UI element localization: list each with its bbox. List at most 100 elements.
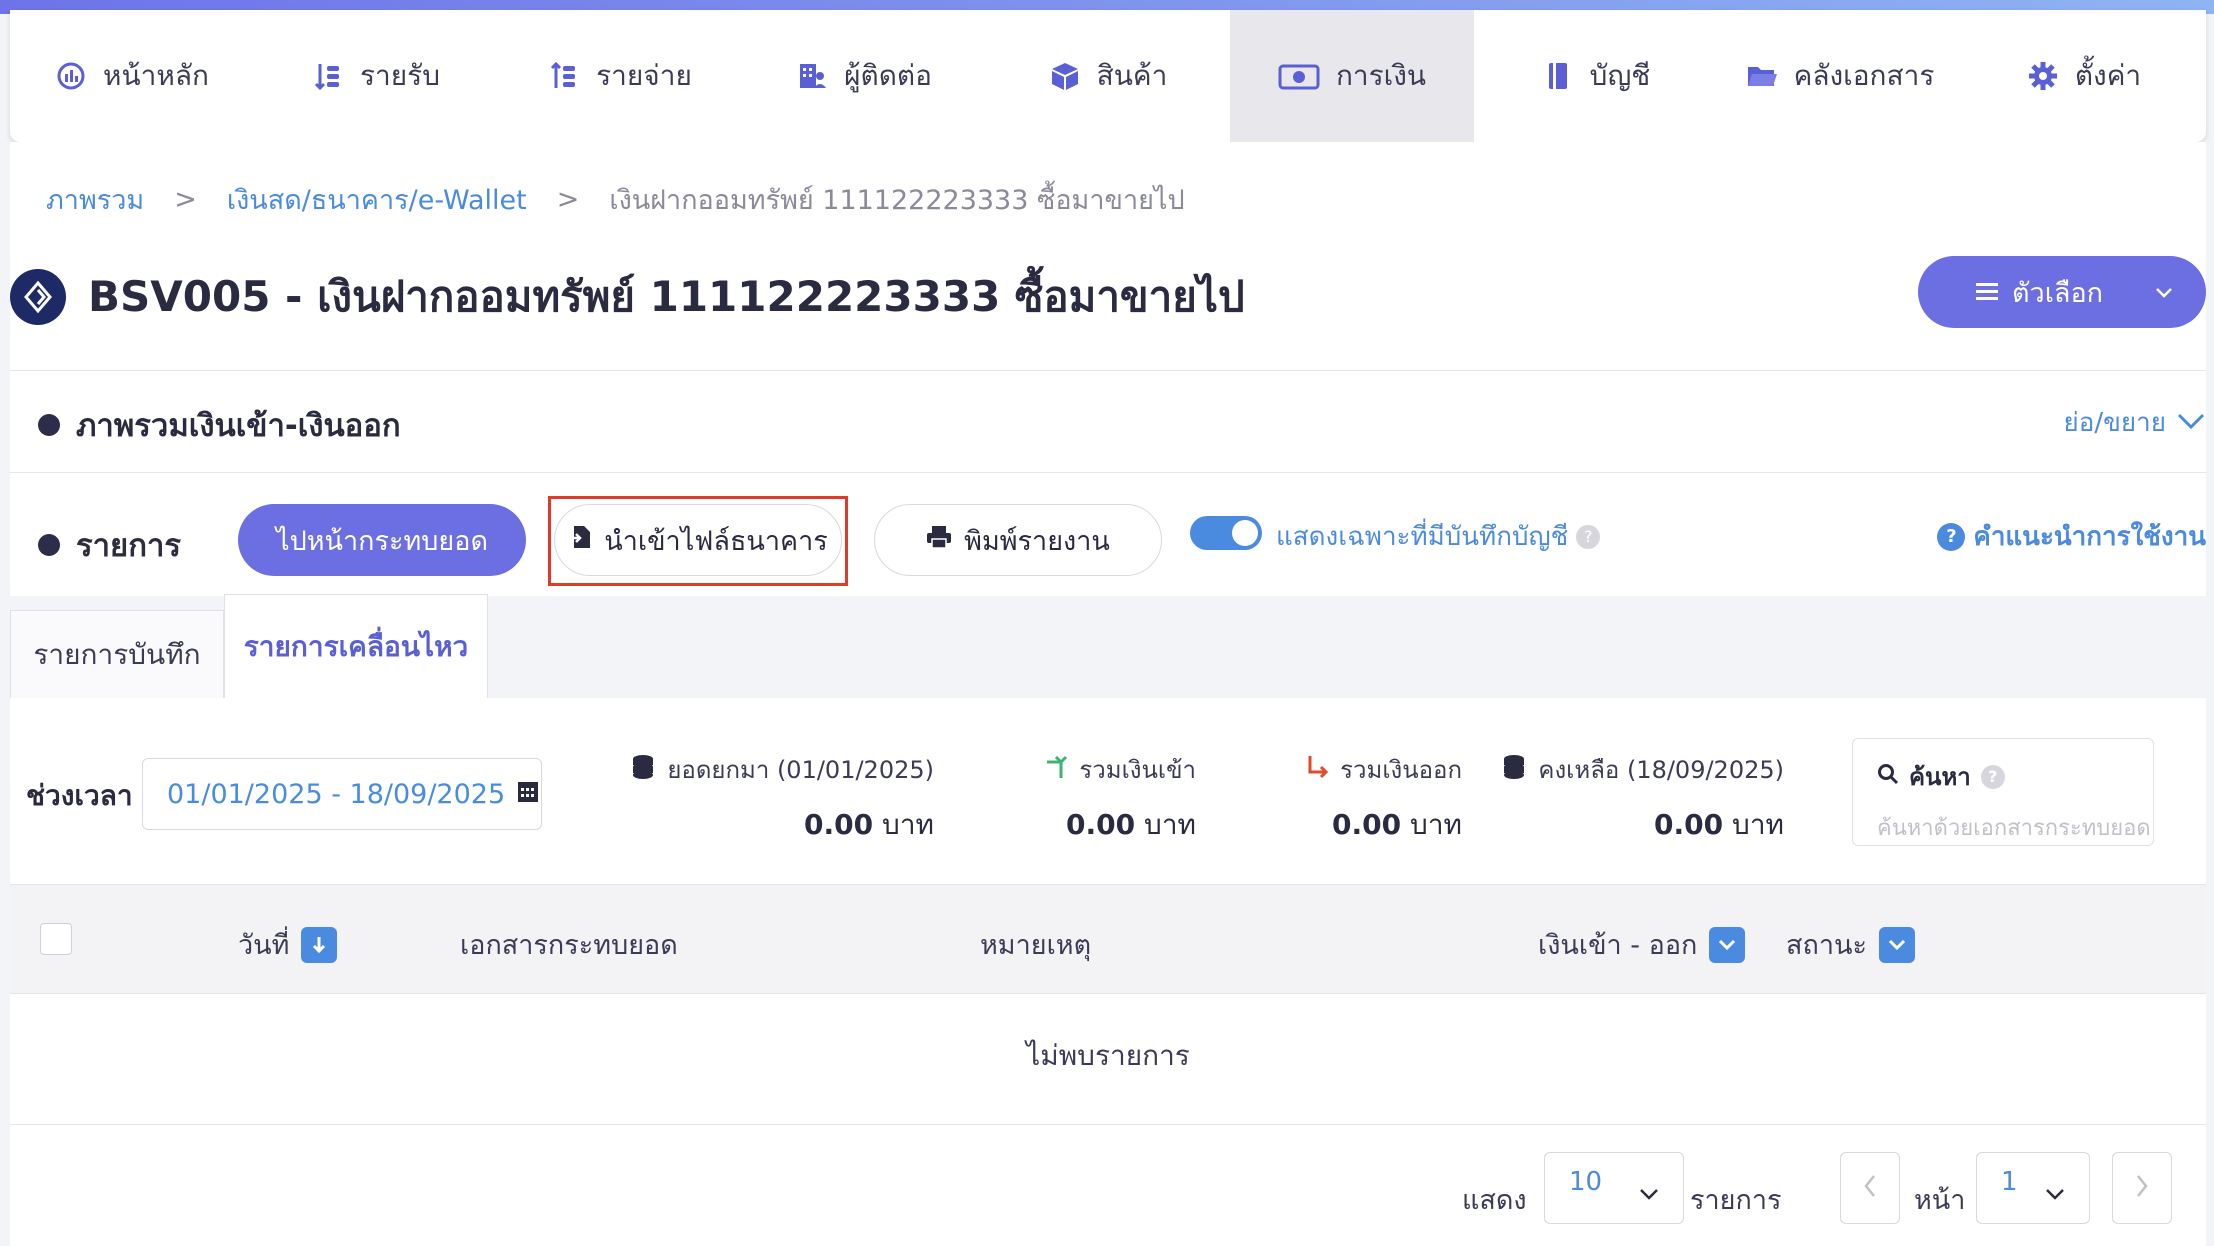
- nav-item-products[interactable]: สินค้า: [986, 10, 1230, 142]
- import-bank-file-button[interactable]: นำเข้าไฟล์ธนาคาร: [554, 504, 842, 576]
- nav-item-finance[interactable]: การเงิน: [1230, 10, 1474, 142]
- breadcrumb-separator: >: [174, 184, 197, 215]
- breadcrumb-section[interactable]: เงินสด/ธนาคาร/e-Wallet: [227, 178, 527, 221]
- column-label: วันที่: [238, 930, 290, 961]
- breadcrumb-current: เงินฝากออมทรัพย์ 111122223333 ซื้อมาขายไ…: [609, 185, 1185, 216]
- stat-label: รวมเงินออก: [1340, 756, 1462, 784]
- breadcrumb-separator: >: [556, 184, 580, 215]
- chevron-right-icon: [2135, 1171, 2149, 1206]
- date-range-input[interactable]: 01/01/2025 - 18/09/2025: [142, 758, 542, 830]
- column-label: สถานะ: [1786, 930, 1867, 961]
- stat-value: 0.00: [1066, 808, 1136, 841]
- divider: [10, 1124, 2206, 1125]
- nav-item-settings[interactable]: ตั้งค่า: [1962, 10, 2206, 142]
- bullet-dot: [38, 534, 60, 556]
- question-icon[interactable]: ?: [1576, 524, 1601, 549]
- toggle-label-text: แสดงเฉพาะที่มีบันทึกบัญชี: [1276, 522, 1569, 552]
- search-input[interactable]: ค้นหาด้วยเอกสารกระทบยอด: [1877, 810, 2151, 845]
- nav-item-documents[interactable]: คลังเอกสาร: [1718, 10, 1962, 142]
- column-label: เงินเข้า - ออก: [1538, 930, 1698, 961]
- expense-icon: [548, 60, 580, 92]
- product-box-icon: [1049, 60, 1081, 92]
- question-icon[interactable]: ?: [1980, 764, 2005, 789]
- sort-down-icon[interactable]: [301, 926, 338, 963]
- date-range-value: 01/01/2025 - 18/09/2025: [167, 778, 506, 810]
- help-link[interactable]: ? คำแนะนำการใช้งาน: [1937, 516, 2206, 557]
- column-status: สถานะ: [1786, 923, 1915, 966]
- column-note: หมายเหตุ: [980, 923, 1091, 966]
- show-label: แสดง: [1462, 1185, 1527, 1216]
- coins-icon: [629, 753, 657, 787]
- select-all-checkbox[interactable]: [40, 923, 72, 955]
- chevron-down-icon[interactable]: [1709, 926, 1746, 963]
- accounting-only-label: แสดงเฉพาะที่มีบันทึกบัญชี ?: [1276, 516, 1601, 557]
- nav-item-label: หน้าหลัก: [103, 59, 209, 92]
- nav-item-income[interactable]: รายรับ: [254, 10, 498, 142]
- arrow-in-icon: [1043, 754, 1069, 786]
- search-box[interactable]: ค้นหา ? ค้นหาด้วยเอกสารกระทบยอด: [1852, 738, 2154, 846]
- print-report-button[interactable]: พิมพ์รายงาน: [874, 504, 1162, 576]
- overview-section-header: ภาพรวมเงินเข้า-เงินออก: [38, 400, 401, 450]
- nav-item-label: คลังเอกสาร: [1793, 59, 1935, 92]
- search-icon: [1877, 763, 1899, 791]
- next-page-button[interactable]: [2112, 1152, 2172, 1224]
- tab-movements[interactable]: รายการเคลื่อนไหว: [224, 594, 488, 698]
- column-amount: เงินเข้า - ออก: [1538, 923, 1746, 966]
- stat-value: 0.00: [804, 808, 874, 841]
- print-label: พิมพ์รายงาน: [964, 525, 1110, 557]
- collapse-toggle[interactable]: ย่อ/ขยาย: [2064, 402, 2206, 443]
- stat-value: 0.00: [1332, 808, 1402, 841]
- prev-page-button[interactable]: [1840, 1152, 1900, 1224]
- coins-icon: [1500, 753, 1528, 787]
- chevron-down-icon[interactable]: [1878, 926, 1915, 963]
- help-label: คำแนะนำการใช้งาน: [1973, 522, 2206, 552]
- transactions-toolbar: รายการ ไปหน้ากระทบยอด นำเข้าไฟล์ธนาคาร พ…: [10, 496, 2206, 586]
- dashboard-icon: [55, 60, 87, 92]
- chevron-left-icon: [1863, 1171, 1877, 1206]
- tab-recorded-entries[interactable]: รายการบันทึก: [10, 610, 224, 698]
- reconcile-button[interactable]: ไปหน้ากระทบยอด: [238, 504, 526, 576]
- breadcrumb-home[interactable]: ภาพรวม: [46, 178, 144, 221]
- ledger-icon: [1542, 60, 1574, 92]
- items-label: รายการ: [1690, 1185, 1782, 1216]
- accounting-only-toggle[interactable]: [1190, 516, 1262, 550]
- nav-item-label: รายจ่าย: [596, 59, 692, 92]
- options-button[interactable]: ตัวเลือก: [1918, 256, 2206, 328]
- nav-item-label: การเงิน: [1335, 59, 1427, 92]
- bullet-dot: [38, 414, 60, 436]
- nav-item-label: ผู้ติดต่อ: [844, 59, 932, 92]
- currency-unit: บาท: [882, 808, 934, 841]
- stat-value: 0.00: [1654, 808, 1724, 841]
- page-number-select[interactable]: 1: [1976, 1152, 2090, 1224]
- stat-label: คงเหลือ (18/09/2025): [1538, 756, 1784, 784]
- nav-item-contacts[interactable]: ผู้ติดต่อ: [742, 10, 986, 142]
- title-row: BSV005 - เงินฝากออมทรัพย์ 111122223333 ซ…: [10, 264, 1245, 330]
- page-size-select[interactable]: 10: [1544, 1152, 1684, 1224]
- main-content: ภาพรวม > เงินสด/ธนาคาร/e-Wallet > เงินฝา…: [10, 142, 2206, 1246]
- table-header: วันที่ เอกสารกระทบยอด หมายเหตุ เงินเข้า …: [10, 884, 2206, 994]
- divider: [10, 370, 2206, 371]
- chevron-down-icon: [1639, 1179, 1659, 1209]
- chevron-down-icon: [2176, 408, 2206, 438]
- breadcrumb: ภาพรวม > เงินสด/ธนาคาร/e-Wallet > เงินฝา…: [46, 178, 1185, 221]
- currency-unit: บาท: [1732, 808, 1784, 841]
- chevron-down-icon: [2045, 1179, 2065, 1209]
- stat-income: รวมเงินเข้า 0.00 บาท: [1016, 750, 1196, 847]
- nav-item-label: สินค้า: [1096, 59, 1168, 92]
- column-label: หมายเหตุ: [980, 930, 1092, 961]
- main-navbar: หน้าหลัก รายรับ รายจ่าย ผู้ติดต่อ สินค้า…: [10, 10, 2206, 142]
- chevron-down-icon: [2154, 278, 2174, 309]
- currency-unit: บาท: [1144, 808, 1196, 841]
- page-title: BSV005 - เงินฝากออมทรัพย์ 111122223333 ซ…: [88, 272, 1245, 321]
- currency-unit: บาท: [1410, 808, 1462, 841]
- file-import-icon: [568, 524, 592, 557]
- transactions-title: รายการ: [76, 528, 182, 564]
- empty-state-text: ไม่พบรายการ: [1026, 1039, 1190, 1072]
- printer-icon: [926, 525, 952, 556]
- nav-item-accounting[interactable]: บัญชี: [1474, 10, 1718, 142]
- page-label: หน้า: [1914, 1185, 1966, 1216]
- collapse-label: ย่อ/ขยาย: [2063, 408, 2166, 438]
- column-date: วันที่: [238, 923, 338, 966]
- nav-item-expense[interactable]: รายจ่าย: [498, 10, 742, 142]
- nav-item-home[interactable]: หน้าหลัก: [10, 10, 254, 142]
